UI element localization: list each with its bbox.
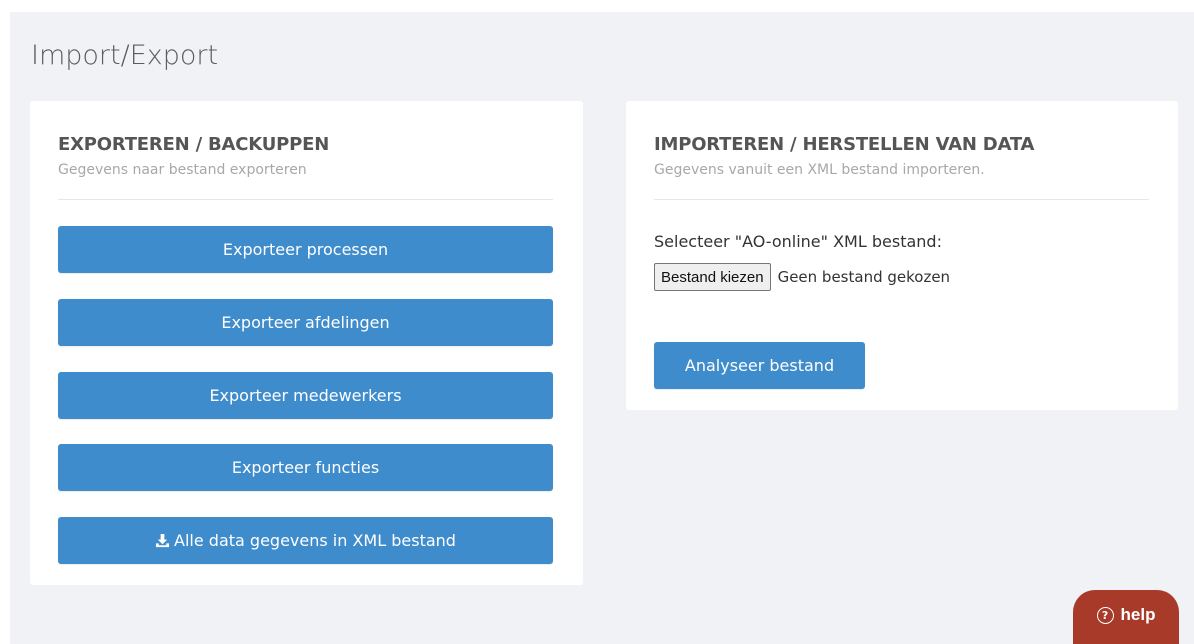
file-status-text: Geen bestand gekozen	[777, 268, 951, 286]
page-container: Import/Export EXPORTEREN / BACKUPPEN Geg…	[10, 12, 1194, 644]
export-functions-button[interactable]: Exporteer functies	[58, 444, 553, 491]
export-processes-button[interactable]: Exporteer processen	[58, 226, 553, 273]
import-panel-divider	[654, 199, 1149, 200]
export-panel-heading: EXPORTEREN / BACKUPPEN	[58, 134, 330, 155]
export-panel: EXPORTEREN / BACKUPPEN Gegevens naar bes…	[30, 101, 583, 585]
export-functions-label: Exporteer functies	[231, 458, 380, 477]
export-departments-label: Exporteer afdelingen	[221, 313, 390, 332]
choose-file-button[interactable]: Bestand kiezen	[654, 263, 771, 291]
export-processes-label: Exporteer processen	[222, 240, 389, 259]
help-label: help	[1120, 605, 1156, 624]
file-select-label: Selecteer "AO-online" XML bestand:	[654, 232, 942, 251]
export-all-xml-button[interactable]: Alle data gegevens in XML bestand	[58, 517, 553, 564]
export-all-xml-label: Alle data gegevens in XML bestand	[174, 531, 456, 550]
help-button[interactable]: ? help	[1073, 590, 1179, 644]
import-panel-subtitle: Gegevens vanuit een XML bestand importer…	[654, 162, 985, 178]
analyse-file-label: Analyseer bestand	[684, 356, 835, 375]
analyse-file-button[interactable]: Analyseer bestand	[654, 342, 865, 389]
question-circle-icon: ?	[1096, 606, 1114, 624]
file-input: Bestand kiezen Geen bestand gekozen	[654, 263, 950, 291]
page-title: Import/Export	[31, 40, 219, 71]
export-employees-label: Exporteer medewerkers	[209, 386, 402, 405]
import-panel: IMPORTEREN / HERSTELLEN VAN DATA Gegeven…	[626, 101, 1178, 410]
export-departments-button[interactable]: Exporteer afdelingen	[58, 299, 553, 346]
import-panel-heading: IMPORTEREN / HERSTELLEN VAN DATA	[654, 134, 1035, 155]
export-panel-divider	[58, 199, 553, 200]
export-employees-button[interactable]: Exporteer medewerkers	[58, 372, 553, 419]
download-icon	[155, 533, 170, 548]
export-panel-subtitle: Gegevens naar bestand exporteren	[58, 162, 307, 178]
